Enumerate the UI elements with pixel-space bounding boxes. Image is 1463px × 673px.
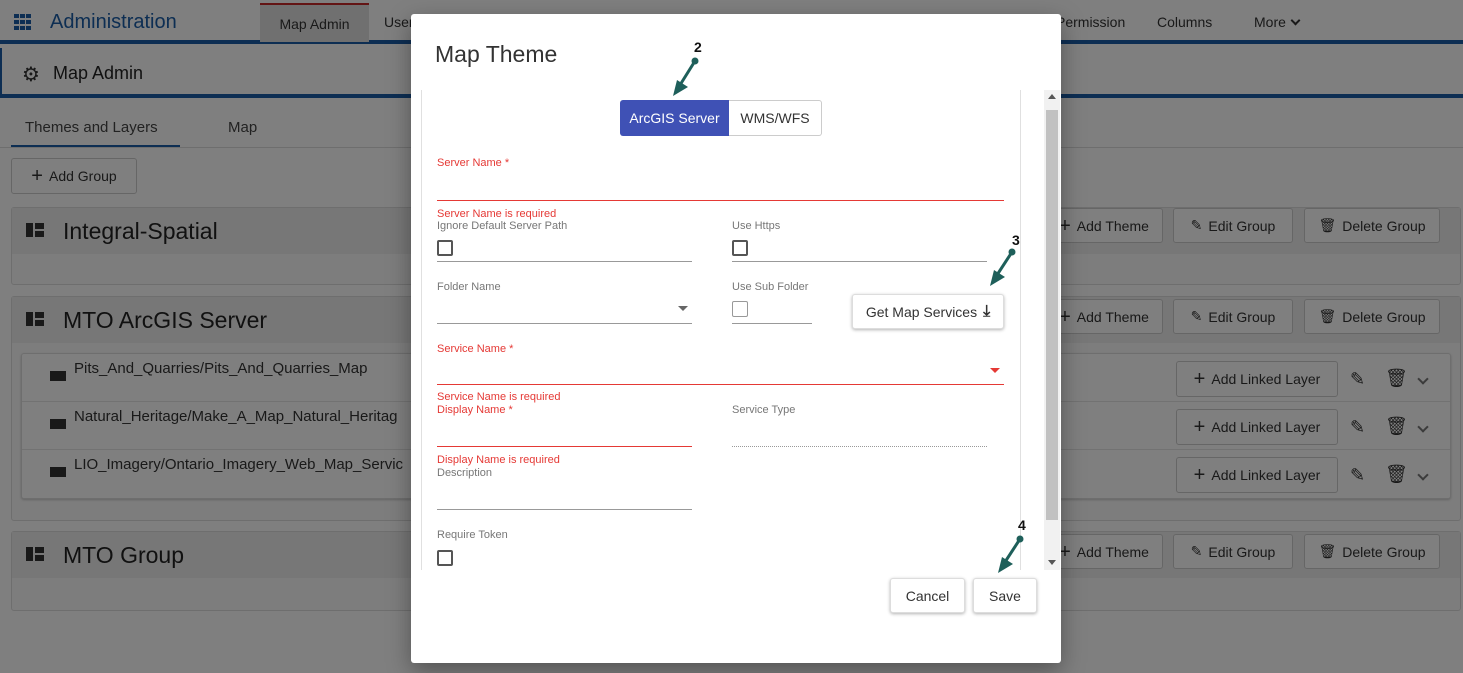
callout-arrow-2 <box>673 57 699 96</box>
callout-arrow-4 <box>998 535 1024 573</box>
callout-arrow-3 <box>990 248 1016 286</box>
callout-arrows <box>673 57 1024 573</box>
